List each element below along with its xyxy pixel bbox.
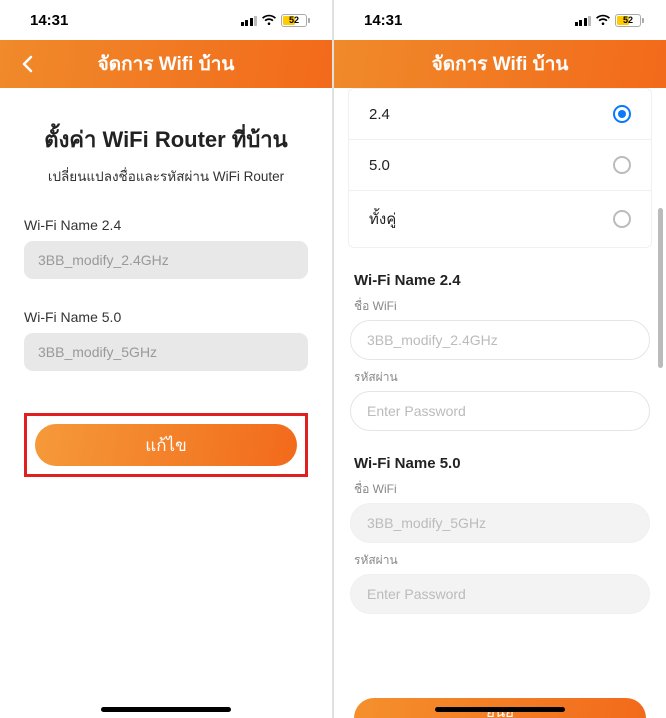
wifi-icon xyxy=(595,14,611,26)
option-label: ทั้งคู่ xyxy=(369,207,396,231)
wifi50-label: Wi-Fi Name 5.0 xyxy=(24,309,308,325)
back-button[interactable] xyxy=(8,40,48,88)
option-label: 2.4 xyxy=(369,106,390,123)
wifi24-name-label: ชื่อ WiFi xyxy=(354,297,646,316)
signal-icon xyxy=(241,14,258,26)
wifi50-pass-input[interactable]: Enter Password xyxy=(350,574,650,614)
app-header: จัดการ Wifi บ้าน xyxy=(334,40,666,88)
wifi24-pass-input[interactable]: Enter Password xyxy=(350,391,650,431)
battery-icon: 52 xyxy=(615,14,644,27)
radio-icon xyxy=(613,105,631,123)
status-right: 52 xyxy=(575,14,645,27)
wifi50-name-label: ชื่อ WiFi xyxy=(354,480,646,499)
screen-left: 14:31 52 จัดการ Wifi บ้าน ตั้งค่า WiFi R… xyxy=(0,0,332,718)
scrollbar[interactable] xyxy=(658,208,663,368)
app-header: จัดการ Wifi บ้าน xyxy=(0,40,332,88)
status-time: 14:31 xyxy=(30,12,68,29)
radio-icon xyxy=(613,210,631,228)
signal-icon xyxy=(575,14,592,26)
radio-icon xyxy=(613,156,631,174)
section-24-title: Wi-Fi Name 2.4 xyxy=(354,272,646,289)
wifi24-name-input[interactable]: 3BB_modify_2.4GHz xyxy=(350,320,650,360)
content-right: 2.4 5.0 ทั้งคู่ Wi-Fi Name 2.4 ชื่อ WiFi… xyxy=(334,88,666,718)
edit-button-highlight: แก้ไข xyxy=(24,413,308,477)
band-options: 2.4 5.0 ทั้งคู่ xyxy=(348,88,652,248)
wifi50-field[interactable]: 3BB_modify_5GHz xyxy=(24,333,308,371)
content-left: ตั้งค่า WiFi Router ที่บ้าน เปลี่ยนแปลงช… xyxy=(0,88,332,477)
page-title: จัดการ Wifi บ้าน xyxy=(334,49,666,79)
wifi24-label: Wi-Fi Name 2.4 xyxy=(24,217,308,233)
option-5-0[interactable]: 5.0 xyxy=(349,140,651,191)
home-indicator xyxy=(101,707,231,712)
option-label: 5.0 xyxy=(369,157,390,174)
wifi24-field[interactable]: 3BB_modify_2.4GHz xyxy=(24,241,308,279)
status-right: 52 xyxy=(241,14,311,27)
status-bar: 14:31 52 xyxy=(334,0,666,40)
wifi50-name-input[interactable]: 3BB_modify_5GHz xyxy=(350,503,650,543)
option-2-4[interactable]: 2.4 xyxy=(349,89,651,140)
status-time: 14:31 xyxy=(364,12,402,29)
wifi50-pass-label: รหัสผ่าน xyxy=(354,551,646,570)
wifi-icon xyxy=(261,14,277,26)
wifi24-pass-label: รหัสผ่าน xyxy=(354,368,646,387)
screen-right: 14:31 52 จัดการ Wifi บ้าน 2.4 5.0 xyxy=(334,0,666,718)
edit-button[interactable]: แก้ไข xyxy=(35,424,297,466)
subheading: เปลี่ยนแปลงชื่อและรหัสผ่าน WiFi Router xyxy=(24,165,308,187)
page-title: จัดการ Wifi บ้าน xyxy=(0,49,332,79)
heading: ตั้งค่า WiFi Router ที่บ้าน xyxy=(24,122,308,157)
home-indicator xyxy=(435,707,565,712)
option-both[interactable]: ทั้งคู่ xyxy=(349,191,651,247)
status-bar: 14:31 52 xyxy=(0,0,332,40)
battery-icon: 52 xyxy=(281,14,310,27)
section-50-title: Wi-Fi Name 5.0 xyxy=(354,455,646,472)
